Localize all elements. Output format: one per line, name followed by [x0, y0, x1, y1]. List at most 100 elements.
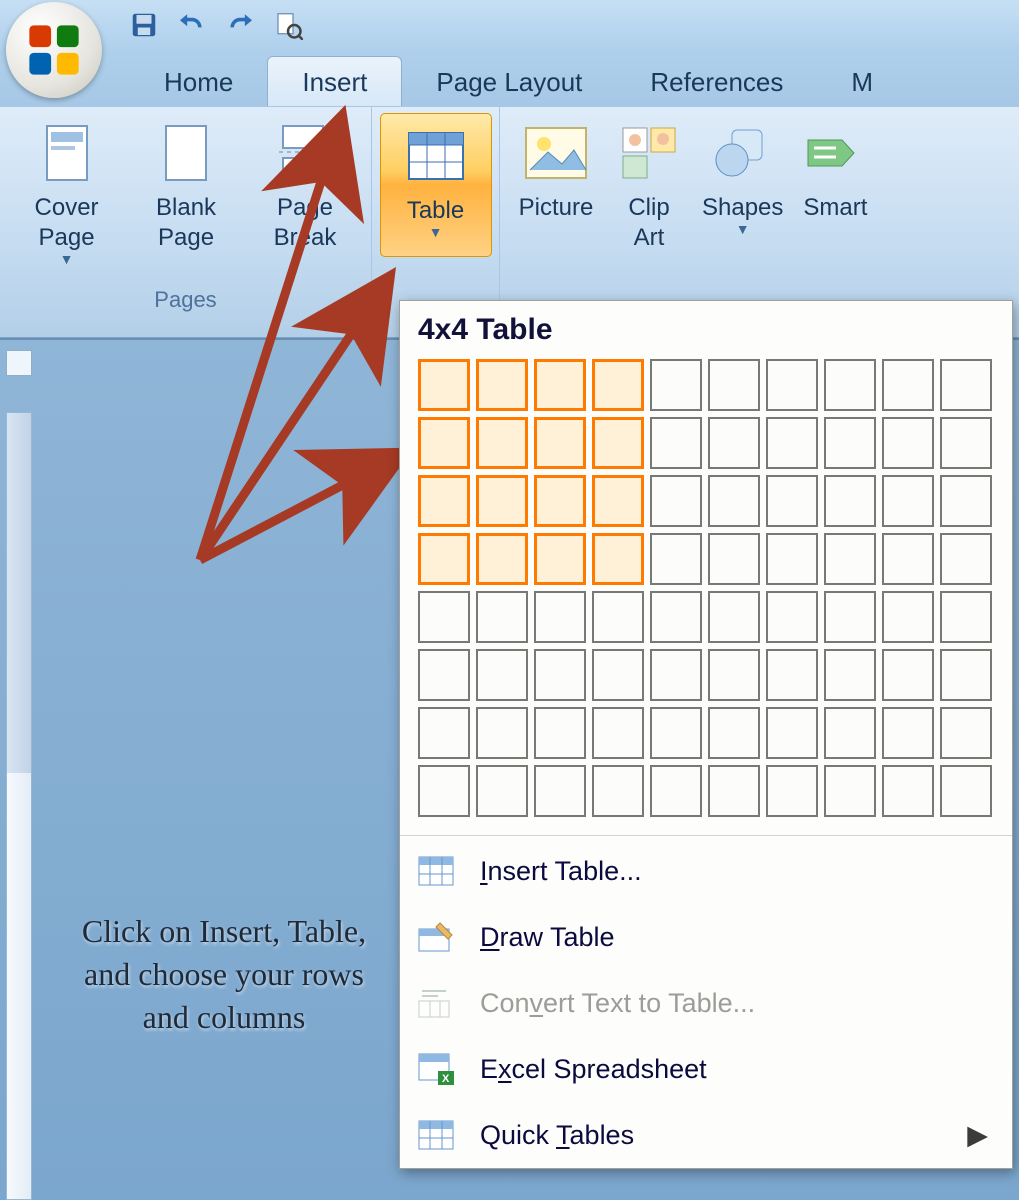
table-grid-cell[interactable]	[708, 765, 760, 817]
table-grid-cell[interactable]	[940, 533, 992, 585]
table-grid-cell[interactable]	[882, 649, 934, 701]
table-grid-cell[interactable]	[476, 765, 528, 817]
table-grid-cell[interactable]	[882, 591, 934, 643]
table-grid-cell[interactable]	[534, 707, 586, 759]
table-grid-cell[interactable]	[418, 591, 470, 643]
table-grid-cell[interactable]	[882, 417, 934, 469]
table-grid-cell[interactable]	[766, 359, 818, 411]
table-grid-cell[interactable]	[766, 707, 818, 759]
table-grid-cell[interactable]	[650, 591, 702, 643]
clip-art-button[interactable]: ClipArt	[606, 115, 692, 259]
table-grid-cell[interactable]	[766, 649, 818, 701]
table-grid-cell[interactable]	[766, 591, 818, 643]
undo-button[interactable]	[168, 5, 216, 45]
table-grid-cell[interactable]	[882, 359, 934, 411]
print-preview-button[interactable]	[264, 5, 312, 45]
table-grid-cell[interactable]	[824, 359, 876, 411]
table-grid-cell[interactable]	[534, 475, 586, 527]
vertical-ruler[interactable]	[6, 412, 32, 1200]
table-grid-cell[interactable]	[650, 707, 702, 759]
table-grid-cell[interactable]	[418, 533, 470, 585]
table-grid-cell[interactable]	[940, 359, 992, 411]
table-grid-cell[interactable]	[940, 765, 992, 817]
table-grid-cell[interactable]	[824, 475, 876, 527]
insert-table-menuitem[interactable]: Insert Table...	[400, 838, 1012, 904]
table-grid-cell[interactable]	[592, 707, 644, 759]
table-grid-cell[interactable]	[534, 649, 586, 701]
table-grid-cell[interactable]	[940, 591, 992, 643]
table-grid-cell[interactable]	[650, 359, 702, 411]
shapes-button[interactable]: Shapes ▼	[692, 115, 793, 259]
table-grid-cell[interactable]	[534, 359, 586, 411]
table-grid-cell[interactable]	[476, 359, 528, 411]
table-grid-cell[interactable]	[592, 475, 644, 527]
table-grid-cell[interactable]	[418, 475, 470, 527]
table-grid-cell[interactable]	[650, 475, 702, 527]
table-grid-cell[interactable]	[940, 707, 992, 759]
table-grid-cell[interactable]	[882, 533, 934, 585]
table-grid-cell[interactable]	[650, 533, 702, 585]
table-grid-cell[interactable]	[476, 591, 528, 643]
table-grid-cell[interactable]	[476, 475, 528, 527]
table-grid-cell[interactable]	[592, 417, 644, 469]
table-grid-cell[interactable]	[882, 475, 934, 527]
blank-page-button[interactable]: Blank Page	[127, 115, 245, 275]
table-button[interactable]: Table ▼	[380, 113, 492, 257]
table-size-grid[interactable]	[418, 359, 994, 817]
table-grid-cell[interactable]	[708, 533, 760, 585]
table-grid-cell[interactable]	[592, 359, 644, 411]
table-grid-cell[interactable]	[534, 417, 586, 469]
table-grid-cell[interactable]	[940, 649, 992, 701]
quick-tables-menuitem[interactable]: Quick Tables ▶	[400, 1102, 1012, 1168]
table-grid-cell[interactable]	[476, 649, 528, 701]
table-grid-cell[interactable]	[766, 417, 818, 469]
table-grid-cell[interactable]	[476, 707, 528, 759]
tab-insert[interactable]: Insert	[267, 56, 402, 106]
save-button[interactable]	[120, 5, 168, 45]
table-grid-cell[interactable]	[418, 707, 470, 759]
table-grid-cell[interactable]	[824, 765, 876, 817]
tab-more[interactable]: M	[817, 57, 907, 106]
excel-spreadsheet-menuitem[interactable]: X Excel Spreadsheet	[400, 1036, 1012, 1102]
table-grid-cell[interactable]	[824, 649, 876, 701]
table-grid-cell[interactable]	[882, 707, 934, 759]
table-grid-cell[interactable]	[534, 591, 586, 643]
office-button[interactable]	[6, 2, 102, 98]
table-grid-cell[interactable]	[650, 417, 702, 469]
table-grid-cell[interactable]	[882, 765, 934, 817]
table-grid-cell[interactable]	[940, 475, 992, 527]
table-grid-cell[interactable]	[592, 765, 644, 817]
tab-home[interactable]: Home	[130, 57, 267, 106]
table-grid-cell[interactable]	[418, 359, 470, 411]
table-grid-cell[interactable]	[476, 533, 528, 585]
cover-page-button[interactable]: Cover Page ▼	[6, 115, 127, 275]
table-grid-cell[interactable]	[534, 533, 586, 585]
draw-table-menuitem[interactable]: Draw Table	[400, 904, 1012, 970]
table-grid-cell[interactable]	[592, 649, 644, 701]
table-grid-cell[interactable]	[418, 649, 470, 701]
table-grid-cell[interactable]	[824, 417, 876, 469]
table-grid-cell[interactable]	[940, 417, 992, 469]
table-grid-cell[interactable]	[418, 417, 470, 469]
page-break-button[interactable]: Page Break	[245, 115, 365, 275]
table-grid-cell[interactable]	[824, 533, 876, 585]
redo-button[interactable]	[216, 5, 264, 45]
table-grid-cell[interactable]	[534, 765, 586, 817]
table-grid-cell[interactable]	[708, 707, 760, 759]
table-grid-cell[interactable]	[766, 765, 818, 817]
table-grid-cell[interactable]	[650, 649, 702, 701]
table-grid-cell[interactable]	[476, 417, 528, 469]
smartart-button[interactable]: Smart	[793, 115, 877, 259]
table-grid-cell[interactable]	[650, 765, 702, 817]
table-grid-cell[interactable]	[708, 475, 760, 527]
table-grid-cell[interactable]	[824, 707, 876, 759]
table-grid-cell[interactable]	[824, 591, 876, 643]
table-grid-cell[interactable]	[766, 475, 818, 527]
table-grid-cell[interactable]	[592, 533, 644, 585]
table-grid-cell[interactable]	[708, 417, 760, 469]
table-grid-cell[interactable]	[592, 591, 644, 643]
picture-button[interactable]: Picture	[506, 115, 606, 259]
tab-references[interactable]: References	[616, 57, 817, 106]
table-grid-cell[interactable]	[708, 649, 760, 701]
tab-page-layout[interactable]: Page Layout	[402, 57, 616, 106]
